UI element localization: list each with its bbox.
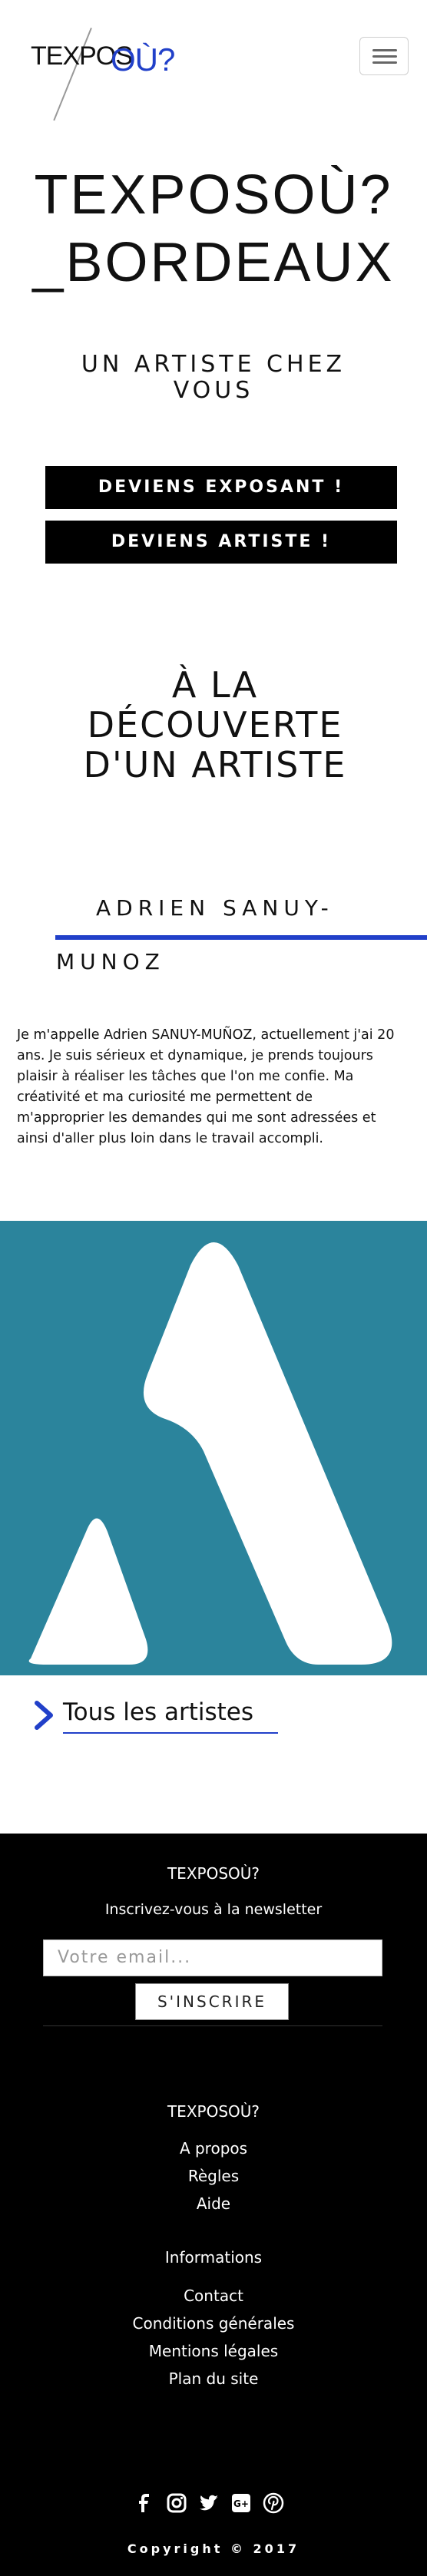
chevron-right-icon (35, 1701, 53, 1730)
facebook-icon[interactable] (134, 2492, 155, 2514)
social-links: G+ (134, 2492, 295, 2517)
artist-name-part2: MUNOZ (56, 949, 165, 974)
logo-accent: OÙ? (111, 41, 175, 78)
deviens-artiste-button[interactable]: DEVIENS ARTISTE ! (45, 521, 397, 564)
footer-link-aide[interactable]: Aide (0, 2194, 427, 2213)
footer-link-a-propos[interactable]: A propos (0, 2139, 427, 2158)
newsletter-email-input[interactable]: Votre email... (43, 1939, 382, 1976)
hero-subtitle: UN ARTISTE CHEZ VOUS (0, 352, 427, 404)
footer-brand: TEXPOSOÙ? (167, 1864, 260, 1883)
all-artists-label: Tous les artistes (63, 1698, 254, 1726)
pinterest-icon[interactable] (263, 2492, 284, 2514)
twitter-icon[interactable] (198, 2492, 220, 2514)
artist-name-part1: ADRIEN SANUY- (96, 895, 334, 921)
footer-brand-2: TEXPOSOÙ? (167, 2102, 260, 2121)
hamburger-line (372, 55, 397, 58)
hamburger-menu-button[interactable] (359, 37, 409, 75)
site-footer: TEXPOSOÙ? Inscrivez-vous à la newsletter… (0, 1834, 427, 2576)
hamburger-line (372, 61, 397, 64)
artwork-shapes (28, 1242, 392, 1665)
artist-bio: Je m'appelle Adrien SANUY-MUÑOZ, actuell… (17, 1027, 395, 1146)
hero-title-line2: _BORDEAUX (32, 232, 395, 293)
footer-divider (43, 2025, 382, 2026)
svg-text:G+: G+ (233, 2498, 249, 2509)
footer-link-regles[interactable]: Règles (0, 2167, 427, 2185)
footer-link-conditions[interactable]: Conditions générales (0, 2314, 427, 2333)
site-header: TEXPOS OÙ? (0, 0, 427, 121)
all-artists-underline (63, 1732, 278, 1734)
hero-subtitle-line2: VOUS (173, 377, 254, 404)
hero-title-line1: TEXPOSOÙ? (34, 164, 393, 226)
discover-line3: D'UN ARTISTE (83, 744, 347, 785)
instagram-icon[interactable] (166, 2492, 187, 2514)
hamburger-line (372, 49, 397, 51)
discover-line1: À LA (171, 664, 259, 706)
discover-line2: DÉCOUVERTE (87, 704, 343, 746)
deviens-exposant-button[interactable]: DEVIENS EXPOSANT ! (45, 466, 397, 509)
google-plus-icon[interactable]: G+ (230, 2492, 252, 2514)
artwork-large-shape (143, 1242, 392, 1665)
footer-info-title: Informations (164, 2248, 263, 2267)
footer-link-mentions[interactable]: Mentions légales (0, 2342, 427, 2360)
artist-artwork (0, 1221, 427, 1675)
newsletter-label: Inscrivez-vous à la newsletter (104, 1901, 323, 1918)
site-logo[interactable]: TEXPOS OÙ? (31, 28, 175, 122)
hero-title: TEXPOSOÙ? _BORDEAUX (0, 161, 427, 296)
artwork-small-triangle (28, 1518, 148, 1665)
newsletter-subscribe-button[interactable]: S'INSCRIRE (135, 1983, 289, 2020)
artist-name-underline (55, 935, 427, 940)
discover-artist-heading: À LA DÉCOUVERTE D'UN ARTISTE (46, 665, 384, 785)
hero-subtitle-line1: UN ARTISTE CHEZ (81, 351, 346, 378)
footer-link-plan[interactable]: Plan du site (0, 2369, 427, 2388)
copyright: Copyright © 2017 (127, 2541, 300, 2556)
footer-link-contact[interactable]: Contact (0, 2287, 427, 2305)
